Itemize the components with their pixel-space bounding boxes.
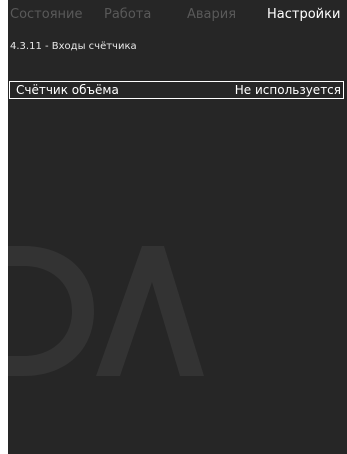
tab-status[interactable]: Состояние xyxy=(10,6,82,24)
breadcrumb: 4.3.11 - Входы счётчика xyxy=(10,41,137,52)
watermark-logo-graphic xyxy=(8,246,204,376)
tab-alarm[interactable]: Авария xyxy=(187,6,236,24)
controller-display: Состояние Работа Авария Настройки 4.3.11… xyxy=(8,0,347,454)
tab-bar: Состояние Работа Авария Настройки xyxy=(8,0,347,30)
tab-settings[interactable]: Настройки xyxy=(267,6,340,24)
menu-item-value: Не используется xyxy=(234,83,341,97)
menu-item-label: Счётчик объёма xyxy=(16,83,119,97)
tab-work[interactable]: Работа xyxy=(104,6,151,24)
menu-item-volume-counter[interactable]: Счётчик объёма Не используется xyxy=(9,81,344,99)
